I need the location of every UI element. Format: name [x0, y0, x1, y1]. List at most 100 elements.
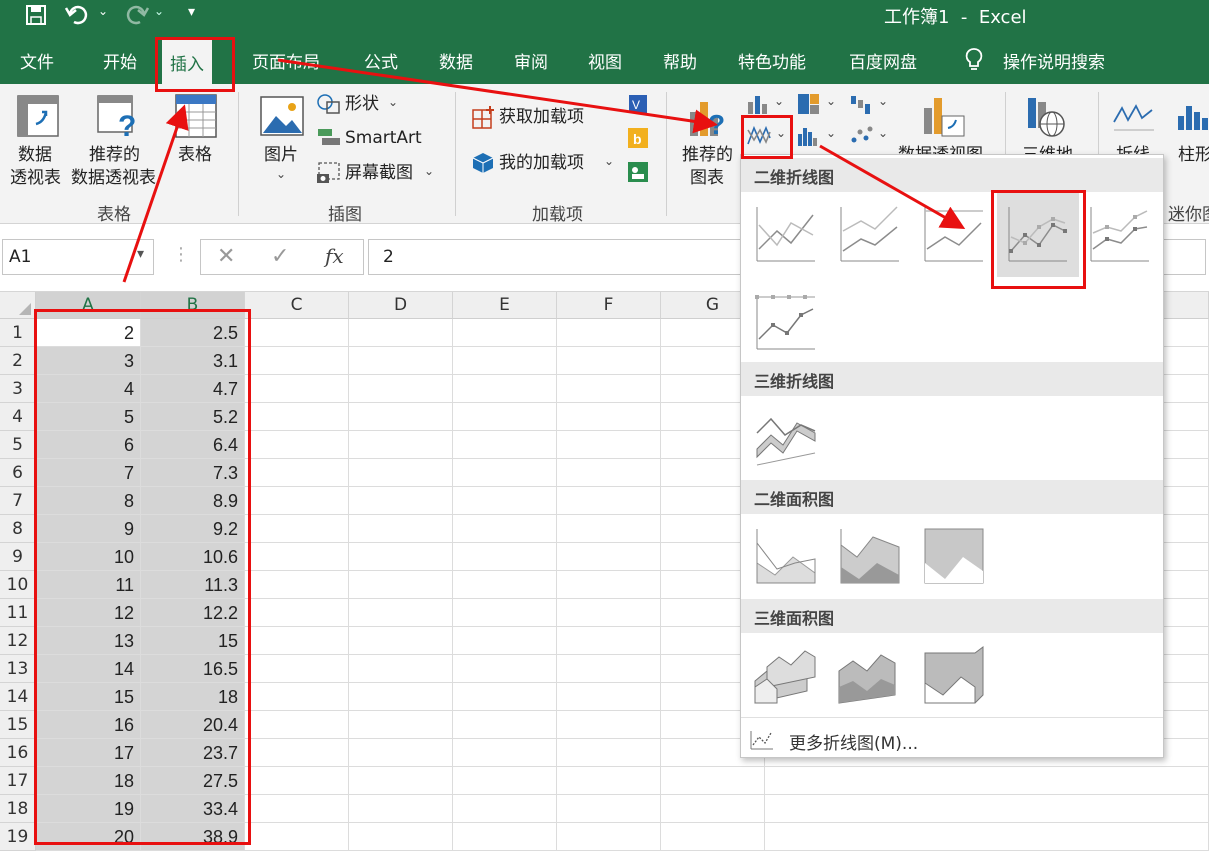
chevron-down-icon[interactable]: ⌄: [154, 4, 164, 18]
empty-cell[interactable]: [245, 515, 349, 543]
empty-cell[interactable]: [557, 319, 661, 347]
shapes-label[interactable]: 形状: [345, 93, 379, 115]
empty-cell[interactable]: [557, 571, 661, 599]
empty-cell[interactable]: [349, 487, 453, 515]
empty-cell[interactable]: [453, 403, 557, 431]
empty-cell[interactable]: [453, 823, 557, 851]
empty-cell[interactable]: [557, 403, 661, 431]
empty-cell[interactable]: [661, 823, 765, 851]
empty-cell[interactable]: [245, 571, 349, 599]
row-header[interactable]: 1: [0, 319, 36, 347]
empty-cell[interactable]: [557, 431, 661, 459]
empty-cell[interactable]: [349, 459, 453, 487]
row-header[interactable]: 6: [0, 459, 36, 487]
recommended-charts-label-2[interactable]: 图表: [690, 167, 724, 189]
empty-cell[interactable]: [349, 627, 453, 655]
empty-cell[interactable]: [349, 515, 453, 543]
tab-features[interactable]: 特色功能: [738, 48, 806, 73]
row-header[interactable]: 14: [0, 683, 36, 711]
empty-cell[interactable]: [661, 795, 765, 823]
empty-cell[interactable]: [349, 375, 453, 403]
empty-cell[interactable]: [349, 683, 453, 711]
picture-label[interactable]: 图片: [264, 144, 298, 166]
pivot-table-label[interactable]: 数据: [18, 144, 52, 166]
empty-cell[interactable]: [557, 515, 661, 543]
hierarchy-chart-icon[interactable]: [796, 92, 822, 116]
empty-cell[interactable]: [349, 347, 453, 375]
customize-qat-icon[interactable]: ▾: [188, 4, 195, 20]
stacked-area-thumb[interactable]: [837, 523, 903, 589]
empty-cell[interactable]: [349, 711, 453, 739]
people-graph-icon[interactable]: [626, 160, 650, 184]
empty-cell[interactable]: [453, 431, 557, 459]
area-chart-thumb[interactable]: [753, 523, 819, 589]
stacked-line-markers-thumb[interactable]: [1087, 201, 1153, 267]
row-header[interactable]: 7: [0, 487, 36, 515]
row-header[interactable]: 5: [0, 431, 36, 459]
sparkline-line-icon[interactable]: [1112, 98, 1156, 134]
insert-function-icon[interactable]: fx: [325, 244, 344, 268]
tell-me-search[interactable]: 操作说明搜索: [1003, 48, 1105, 73]
chevron-down-icon[interactable]: ⌄: [774, 94, 784, 108]
tab-file[interactable]: 文件: [20, 48, 54, 73]
row-header[interactable]: 2: [0, 347, 36, 375]
pivot-table-label-2[interactable]: 透视表: [10, 167, 61, 189]
empty-cell[interactable]: [245, 599, 349, 627]
empty-cell[interactable]: [349, 403, 453, 431]
empty-cell[interactable]: [349, 655, 453, 683]
my-addins-label[interactable]: 我的加载项: [499, 152, 584, 174]
percent-stacked-3d-area-thumb[interactable]: [921, 641, 987, 707]
screenshot-icon[interactable]: [316, 161, 342, 185]
save-icon[interactable]: [24, 3, 48, 27]
empty-cell[interactable]: [557, 823, 661, 851]
empty-cell[interactable]: [245, 459, 349, 487]
tab-home[interactable]: 开始: [103, 48, 137, 73]
empty-cell[interactable]: [557, 543, 661, 571]
empty-cell[interactable]: [245, 683, 349, 711]
empty-cell[interactable]: [453, 655, 557, 683]
empty-cell[interactable]: [245, 795, 349, 823]
recommended-charts-icon[interactable]: ?: [686, 94, 732, 140]
row-header[interactable]: 8: [0, 515, 36, 543]
empty-cell[interactable]: [349, 823, 453, 851]
row-header[interactable]: 15: [0, 711, 36, 739]
chevron-down-icon[interactable]: ⌄: [388, 95, 398, 109]
tab-view[interactable]: 视图: [588, 48, 622, 73]
empty-cell[interactable]: [453, 711, 557, 739]
column-header-e[interactable]: E: [453, 292, 557, 319]
stacked-3d-area-thumb[interactable]: [837, 641, 903, 707]
row-header[interactable]: 9: [0, 543, 36, 571]
row-header[interactable]: 18: [0, 795, 36, 823]
row-header[interactable]: 16: [0, 739, 36, 767]
picture-icon[interactable]: [260, 96, 304, 136]
percent-stacked-line-thumb[interactable]: [921, 201, 987, 267]
empty-cell[interactable]: [245, 823, 349, 851]
cancel-icon[interactable]: ✕: [217, 244, 235, 269]
tab-page-layout[interactable]: 页面布局: [252, 48, 320, 73]
column-header-c[interactable]: C: [245, 292, 349, 319]
empty-cell[interactable]: [557, 767, 661, 795]
empty-cell[interactable]: [245, 487, 349, 515]
pivot-table-icon[interactable]: [16, 94, 60, 138]
stacked-line-thumb[interactable]: [837, 201, 903, 267]
chevron-down-icon[interactable]: ⌄: [98, 4, 108, 18]
visio-icon[interactable]: V: [626, 92, 650, 116]
statistic-chart-icon[interactable]: [796, 124, 824, 148]
my-addins-icon[interactable]: [472, 152, 494, 174]
percent-stacked-line-markers-thumb[interactable]: [753, 289, 819, 355]
empty-cell[interactable]: [453, 767, 557, 795]
tab-data[interactable]: 数据: [439, 48, 473, 73]
empty-cell[interactable]: [765, 767, 1209, 795]
empty-cell[interactable]: [349, 795, 453, 823]
empty-cell[interactable]: [453, 599, 557, 627]
tab-review[interactable]: 审阅: [514, 48, 548, 73]
empty-cell[interactable]: [245, 627, 349, 655]
empty-cell[interactable]: [557, 487, 661, 515]
smartart-label[interactable]: SmartArt: [345, 127, 422, 149]
empty-cell[interactable]: [557, 375, 661, 403]
3d-line-thumb[interactable]: [753, 405, 819, 471]
column-header-d[interactable]: D: [349, 292, 453, 319]
empty-cell[interactable]: [245, 655, 349, 683]
pivot-chart-icon[interactable]: [920, 94, 968, 140]
empty-cell[interactable]: [557, 627, 661, 655]
